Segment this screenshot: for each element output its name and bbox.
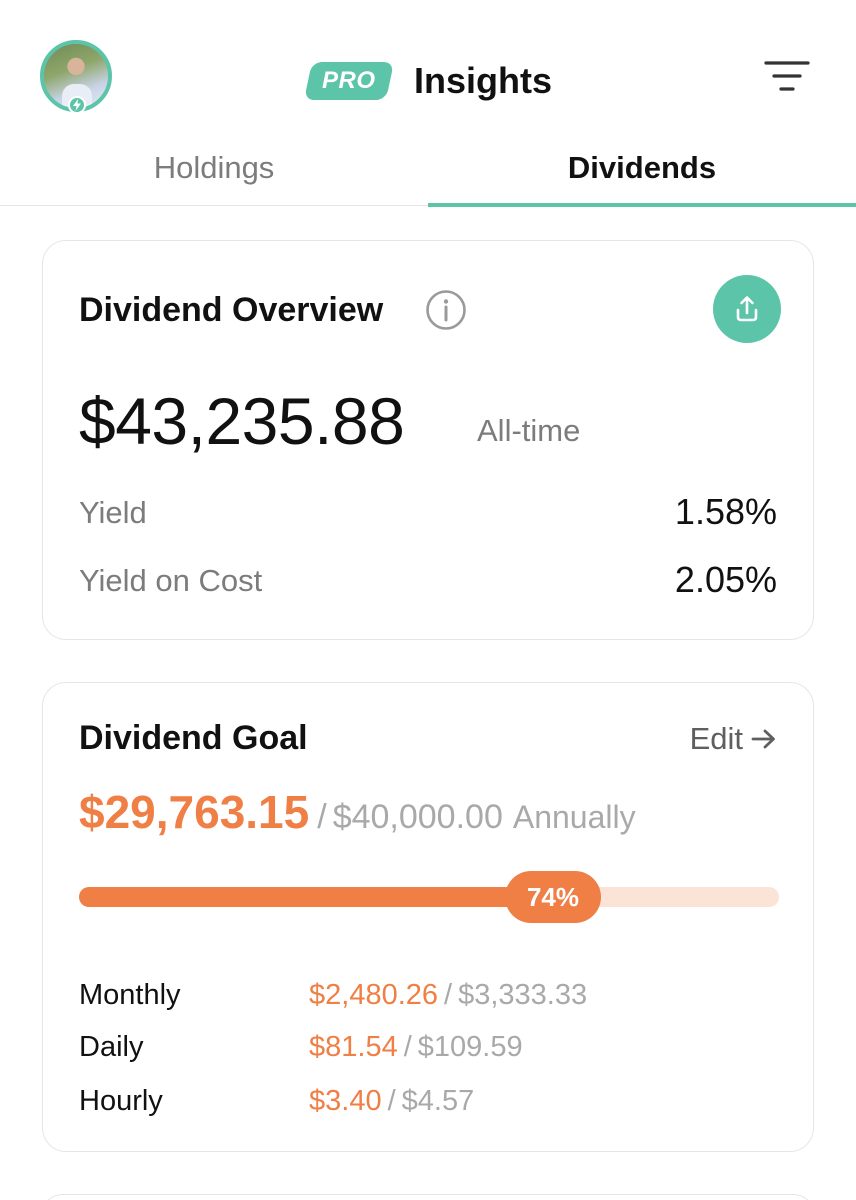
active-tab-indicator <box>428 203 856 207</box>
goal-summary: $29,763.15 / $40,000.00 Annually <box>79 785 636 839</box>
yield-on-cost-value: 2.05% <box>674 559 777 600</box>
breakdown-hourly-values: $3.40/$4.57 <box>309 1085 474 1118</box>
breakdown-daily-values: $81.54/$109.59 <box>309 1031 523 1064</box>
insights-screen: PRO Insights Holdings Dividends Dividend… <box>0 0 856 1200</box>
tab-dividends[interactable]: Dividends <box>428 130 856 206</box>
pro-badge: PRO <box>303 62 395 100</box>
edit-goal-label: Edit <box>689 721 743 756</box>
total-dividends-period: All-time <box>477 413 581 448</box>
share-button[interactable] <box>713 275 781 343</box>
total-dividends-amount: $43,235.88 <box>79 384 405 458</box>
goal-separator: / <box>317 798 327 836</box>
tab-holdings[interactable]: Holdings <box>0 130 428 206</box>
breakdown-hourly-current: $3.40 <box>309 1085 382 1117</box>
breakdown-daily-target: $109.59 <box>417 1031 523 1063</box>
header: PRO Insights <box>0 0 856 130</box>
breakdown-separator: / <box>387 1085 396 1117</box>
dividend-goal-card: Dividend Goal Edit $29,763.15 / $40,000.… <box>42 682 814 1152</box>
yield-value: 1.58% <box>674 491 777 532</box>
tab-bar: Holdings Dividends <box>0 130 856 207</box>
breakdown-daily-current: $81.54 <box>309 1031 398 1063</box>
filter-lines-icon[interactable] <box>764 58 810 94</box>
goal-target-amount: $40,000.00 <box>332 798 503 836</box>
breakdown-monthly-target: $3,333.33 <box>458 979 588 1011</box>
breakdown-monthly-values: $2,480.26/$3,333.33 <box>309 979 587 1012</box>
lightning-icon <box>68 96 86 114</box>
share-upload-icon <box>736 296 758 322</box>
overview-title: Dividend Overview <box>79 291 384 329</box>
goal-progress-track <box>79 887 779 907</box>
yield-on-cost-label: Yield on Cost <box>79 563 263 598</box>
breakdown-separator: / <box>403 1031 412 1063</box>
info-icon[interactable] <box>425 289 467 331</box>
pro-badge-label: PRO <box>322 67 376 94</box>
breakdown-separator: / <box>444 979 453 1011</box>
edit-goal-link[interactable]: Edit <box>690 721 777 757</box>
header-title-group: PRO Insights <box>303 56 553 106</box>
page-title: Insights <box>414 60 553 101</box>
yield-label: Yield <box>79 495 147 530</box>
breakdown-monthly-current: $2,480.26 <box>309 979 439 1011</box>
breakdown-hourly-label: Hourly <box>79 1085 163 1117</box>
next-card <box>42 1194 814 1200</box>
goal-current-amount: $29,763.15 <box>79 786 310 838</box>
dividend-overview-card: Dividend Overview $43,235.88 All-time Yi… <box>42 240 814 640</box>
breakdown-monthly-label: Monthly <box>79 979 181 1011</box>
goal-title: Dividend Goal <box>79 719 308 757</box>
breakdown-hourly-target: $4.57 <box>401 1085 475 1117</box>
arrow-right-icon <box>751 729 775 749</box>
breakdown-daily-label: Daily <box>79 1031 144 1063</box>
goal-progress-badge: 74% <box>505 871 601 923</box>
goal-period: Annually <box>512 799 636 835</box>
